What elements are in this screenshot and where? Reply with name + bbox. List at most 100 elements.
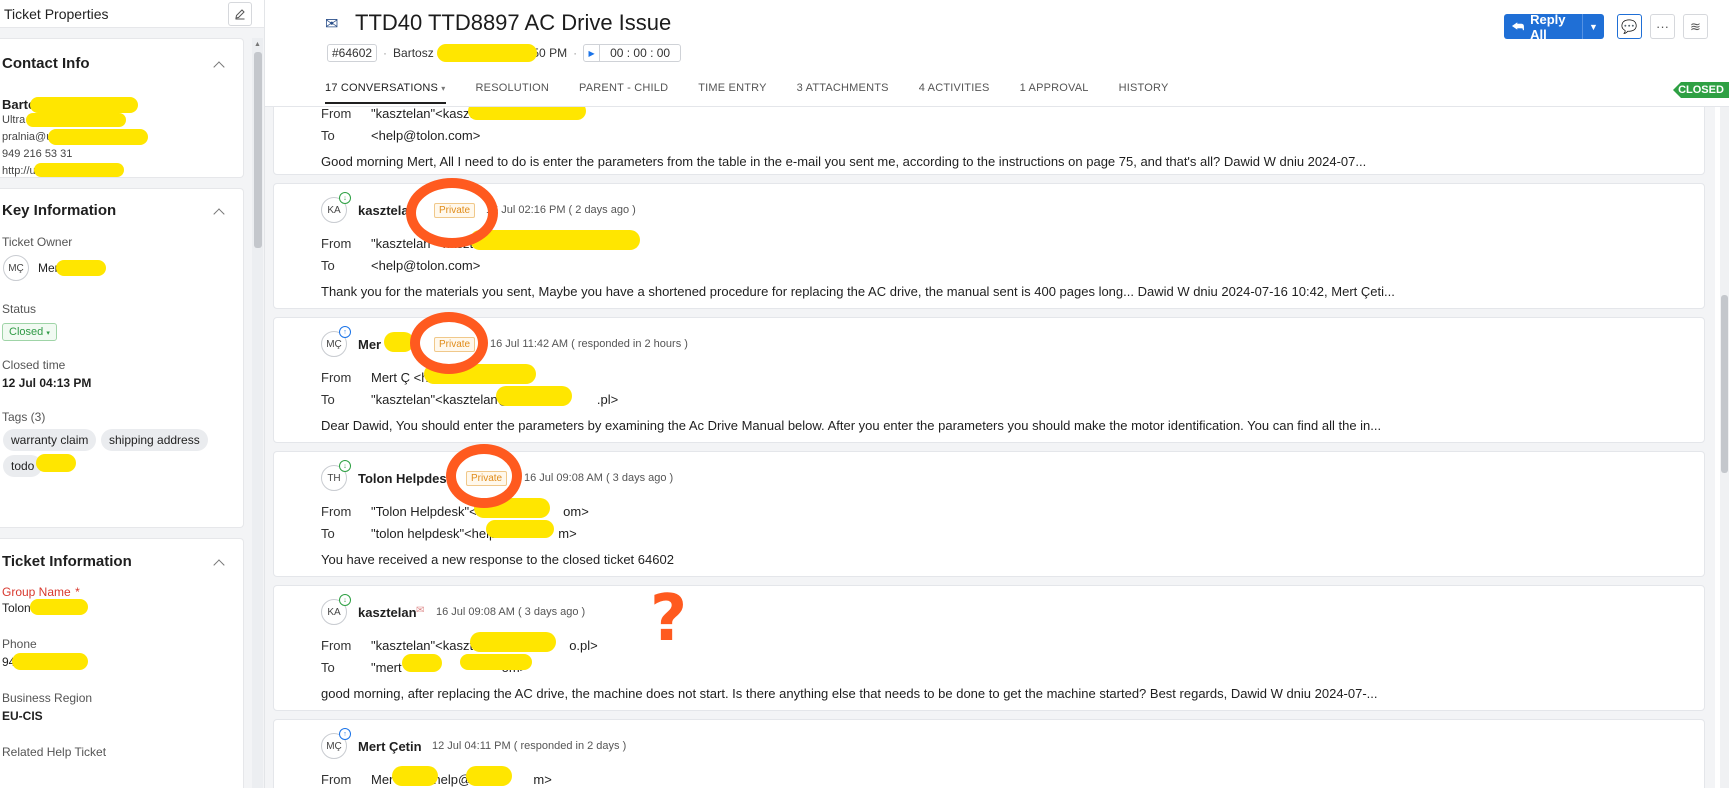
- chevron-down-icon: ▾: [441, 84, 446, 93]
- pencil-icon: [235, 8, 245, 19]
- status-badge: CLOSED: [1673, 82, 1729, 98]
- reply-all-button[interactable]: ⮪ Reply All ▼: [1504, 12, 1604, 42]
- redaction-mark: [496, 386, 572, 406]
- to-address: "mert: [371, 660, 402, 675]
- redaction-mark: [48, 129, 148, 145]
- ticket-id[interactable]: #64602: [327, 44, 378, 62]
- layers-button[interactable]: ≋: [1683, 14, 1708, 39]
- tag-chip[interactable]: shipping address: [101, 429, 208, 451]
- message-preview[interactable]: Dear Dawid, You should enter the paramet…: [321, 418, 1381, 433]
- reply-options-dropdown[interactable]: ▼: [1582, 14, 1604, 39]
- conversation-item[interactable]: KA ↓ kasztelan ✉ 16 Jul 09:08 AM ( 3 day…: [273, 582, 1705, 711]
- tab-attachments[interactable]: 3 ATTACHMENTS: [797, 82, 889, 104]
- ticket-properties-panel: Ticket Properties Contact Info Barto Ult…: [0, 0, 265, 788]
- scrollbar-thumb[interactable]: [254, 52, 262, 248]
- redaction-mark: [468, 107, 586, 120]
- status-value: Closed: [9, 326, 44, 338]
- conversation-item[interactable]: KA ↓ kasztelan Private 16 Jul 02:16 PM (…: [273, 178, 1705, 309]
- phone-label: Phone: [2, 637, 37, 651]
- contact-email[interactable]: pralnia@u: [2, 131, 52, 143]
- tab-parent-child[interactable]: PARENT - CHILD: [579, 82, 668, 104]
- timer-value: 00 : 00 : 00: [610, 46, 671, 60]
- reply-all-action[interactable]: ⮪ Reply All: [1504, 12, 1582, 42]
- ticket-tabs: 17 CONVERSATIONS ▾ RESOLUTION PARENT - C…: [325, 82, 1169, 106]
- conversation-item[interactable]: From "kasztelan"<kasztelan To <help@tolo…: [273, 107, 1705, 175]
- sender-name[interactable]: Tolon Helpdesk: [358, 471, 454, 486]
- redaction-mark: [460, 654, 532, 670]
- message-preview[interactable]: good morning, after replacing the AC dri…: [321, 686, 1378, 701]
- contact-company: Ultra: [2, 114, 26, 126]
- business-region-label: Business Region: [2, 691, 93, 705]
- collapse-chevron-icon[interactable]: [213, 559, 225, 571]
- comment-button[interactable]: 💬: [1617, 14, 1642, 39]
- more-options-button[interactable]: ···: [1650, 14, 1675, 39]
- to-address: "kasztelan"<kasztelan@: [371, 392, 511, 407]
- layers-icon: ≋: [1690, 18, 1701, 34]
- conversation-scrollbar[interactable]: [1720, 107, 1729, 788]
- conversation-item[interactable]: TH ↓ Tolon Helpdesk Private 16 Jul 09:08…: [273, 444, 1705, 577]
- from-label: From: [321, 638, 352, 653]
- message-preview[interactable]: Good morning Mert, All I need to do is e…: [321, 154, 1366, 169]
- redaction-mark: [36, 454, 76, 472]
- collapse-chevron-icon[interactable]: [213, 208, 225, 220]
- annotation-circle: [410, 312, 488, 374]
- scrollbar-thumb[interactable]: [1721, 295, 1728, 473]
- sender-name[interactable]: Mert Çetin: [358, 739, 422, 754]
- business-region-value[interactable]: EU-CIS: [2, 709, 43, 723]
- message-time: 16 Jul 09:08 AM ( 3 days ago ): [524, 472, 674, 484]
- conversation-item[interactable]: MÇ ↑ Mert Çetin 12 Jul 04:11 PM ( respon…: [273, 719, 1705, 788]
- from-address: "kasztelan"<kasztel: [371, 638, 484, 653]
- annotation-circle: [446, 444, 522, 508]
- closed-time-value: 12 Jul 04:13 PM: [2, 376, 92, 390]
- to-label: To: [321, 526, 335, 541]
- related-help-ticket-label: Related Help Ticket: [2, 745, 107, 759]
- sender-name[interactable]: Mer: [358, 337, 381, 352]
- redaction-mark: [30, 599, 88, 615]
- tab-time-entry[interactable]: TIME ENTRY: [698, 82, 766, 104]
- ticket-information-title: Ticket Information: [2, 553, 132, 570]
- reply-all-icon: ⮪: [1512, 18, 1525, 34]
- tab-label: 17 CONVERSATIONS: [325, 82, 439, 94]
- to-value: "kasztelan"<kasztelan@ .pl>: [371, 392, 618, 407]
- sender-name[interactable]: kasztelan: [358, 605, 417, 620]
- conversation-list: From "kasztelan"<kasztelan To <help@tolo…: [265, 107, 1715, 788]
- incoming-icon: ↓: [339, 460, 351, 472]
- tab-approval[interactable]: 1 APPROVAL: [1020, 82, 1089, 104]
- message-preview[interactable]: You have received a new response to the …: [321, 552, 674, 567]
- message-time: 16 Jul 09:08 AM ( 3 days ago ): [436, 606, 586, 618]
- conversation-item[interactable]: MÇ ↑ Mer Private 16 Jul 11:42 AM ( respo…: [273, 312, 1705, 443]
- owner-avatar: MÇ: [3, 255, 29, 281]
- group-name-value[interactable]: Tolon: [2, 601, 31, 615]
- redaction-mark: [470, 632, 556, 652]
- time-tracker[interactable]: ▶ 00 : 00 : 00: [583, 44, 682, 62]
- edit-properties-button[interactable]: [228, 1, 252, 26]
- tag-chip[interactable]: warranty claim: [3, 429, 97, 451]
- tab-conversations[interactable]: 17 CONVERSATIONS ▾: [325, 82, 446, 104]
- from-label: From: [321, 772, 352, 787]
- tab-history[interactable]: HISTORY: [1119, 82, 1169, 104]
- message-time: 16 Jul 02:16 PM ( 2 days ago ): [486, 204, 636, 216]
- from-label: From: [321, 236, 352, 251]
- redaction-mark: [402, 654, 442, 672]
- scroll-up-icon[interactable]: ▲: [254, 41, 261, 48]
- from-address: Mer: [371, 772, 394, 787]
- redaction-mark: [470, 230, 640, 250]
- annotation-question-mark: ?: [650, 582, 688, 656]
- ellipsis-icon: ···: [1656, 19, 1669, 34]
- collapse-chevron-icon[interactable]: [213, 61, 225, 73]
- play-icon[interactable]: ▶: [584, 45, 601, 61]
- contact-website[interactable]: http://u: [2, 165, 36, 177]
- message-preview[interactable]: Thank you for the materials you sent, Ma…: [321, 284, 1395, 299]
- message-time: 16 Jul 11:42 AM ( responded in 2 hours ): [490, 338, 688, 350]
- from-label: From: [321, 504, 352, 519]
- contact-phone[interactable]: 949 216 53 31: [2, 148, 72, 160]
- status-label: Status: [2, 302, 37, 316]
- from-address-suffix: om>: [563, 504, 589, 519]
- tab-activities[interactable]: 4 ACTIVITIES: [919, 82, 990, 104]
- to-value: <help@tolon.com>: [371, 258, 481, 273]
- tags-label: Tags (3): [2, 410, 46, 424]
- status-dropdown[interactable]: Closed ▾: [2, 323, 57, 341]
- tab-resolution[interactable]: RESOLUTION: [476, 82, 550, 104]
- panel-scrollbar[interactable]: ▲: [252, 38, 263, 788]
- group-name-label: Group Name: [2, 585, 71, 599]
